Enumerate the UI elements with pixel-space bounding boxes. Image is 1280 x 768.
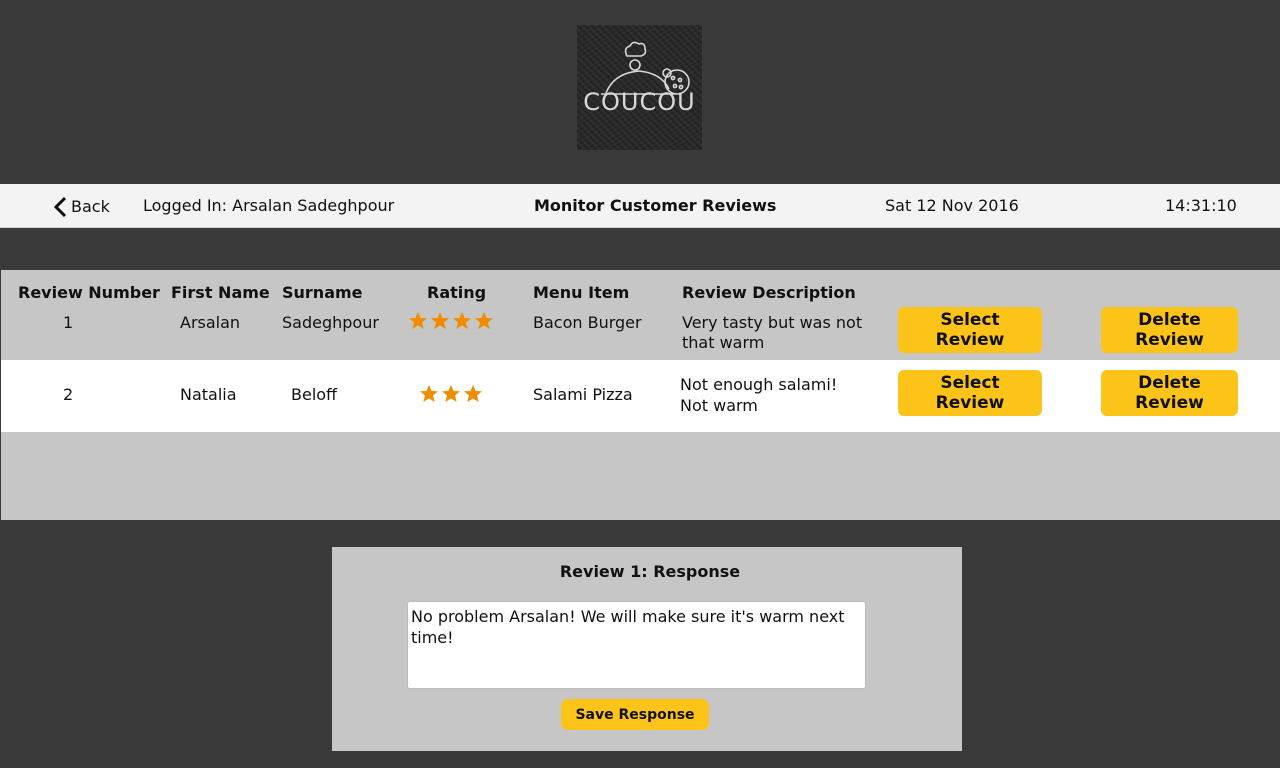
- star-icon: [431, 312, 449, 329]
- first-name-cell: Natalia: [180, 385, 237, 404]
- star-rating: [419, 384, 485, 403]
- surname-cell: Beloff: [291, 385, 338, 404]
- star-rating: [408, 311, 496, 330]
- chevron-left-icon: [53, 196, 67, 218]
- response-panel: Review 1: Response No problem Arsalan! W…: [332, 547, 962, 751]
- star-icon: [475, 312, 493, 329]
- star-icon: [453, 312, 471, 329]
- column-header-menu-item: Menu Item: [533, 283, 630, 302]
- logged-in-user: Logged In: Arsalan Sadeghpour: [143, 196, 395, 215]
- review-number-cell: 2: [63, 385, 74, 404]
- star-icon: [420, 385, 438, 402]
- star-icon: [442, 385, 460, 402]
- menu-item-cell: Salami Pizza: [533, 385, 633, 404]
- first-name-cell: Arsalan: [180, 313, 241, 332]
- star-icon: [409, 312, 427, 329]
- response-title: Review 1: Response: [559, 562, 741, 581]
- table-row[interactable]: 1 Arsalan Sadeghpour Bacon Burger Very t…: [1, 306, 1280, 360]
- review-description-line: Not enough salami!: [680, 375, 838, 394]
- save-response-button[interactable]: Save Response: [561, 699, 709, 730]
- surname-cell: Sadeghpour: [282, 313, 379, 332]
- delete-review-button[interactable]: Delete Review: [1101, 370, 1238, 416]
- response-textarea[interactable]: No problem Arsalan! We will make sure it…: [407, 601, 866, 689]
- current-date: Sat 12 Nov 2016: [885, 196, 1019, 215]
- column-header-rating: Rating: [427, 283, 487, 302]
- menu-item-cell: Bacon Burger: [533, 313, 642, 332]
- column-header-first-name: First Name: [171, 283, 270, 302]
- coucou-logo: COUCOU: [577, 25, 702, 150]
- table-row[interactable]: 2 Natalia Beloff Salami Pizza Not enough…: [1, 360, 1280, 432]
- review-description-line: Not warm: [680, 396, 758, 415]
- review-description-line: Very tasty but was not: [682, 313, 863, 332]
- logo-wordmark: COUCOU: [583, 88, 696, 116]
- star-icon: [464, 385, 482, 402]
- delete-review-button[interactable]: Delete Review: [1101, 307, 1238, 353]
- select-review-button[interactable]: Select Review: [898, 307, 1042, 353]
- column-header-surname: Surname: [282, 283, 363, 302]
- back-button[interactable]: Back: [53, 196, 110, 218]
- column-header-review-number: Review Number: [18, 283, 160, 302]
- current-time: 14:31:10: [1165, 196, 1237, 215]
- column-header-review-description: Review Description: [682, 283, 856, 302]
- review-number-cell: 1: [63, 313, 74, 332]
- review-description-line: that warm: [682, 333, 765, 352]
- select-review-button[interactable]: Select Review: [898, 370, 1042, 416]
- header-bar: Back Logged In: Arsalan Sadeghpour Monit…: [0, 184, 1280, 228]
- page-title: Monitor Customer Reviews: [534, 196, 777, 215]
- reviews-table: Review Number First Name Surname Rating …: [1, 270, 1280, 520]
- back-label: Back: [71, 197, 110, 216]
